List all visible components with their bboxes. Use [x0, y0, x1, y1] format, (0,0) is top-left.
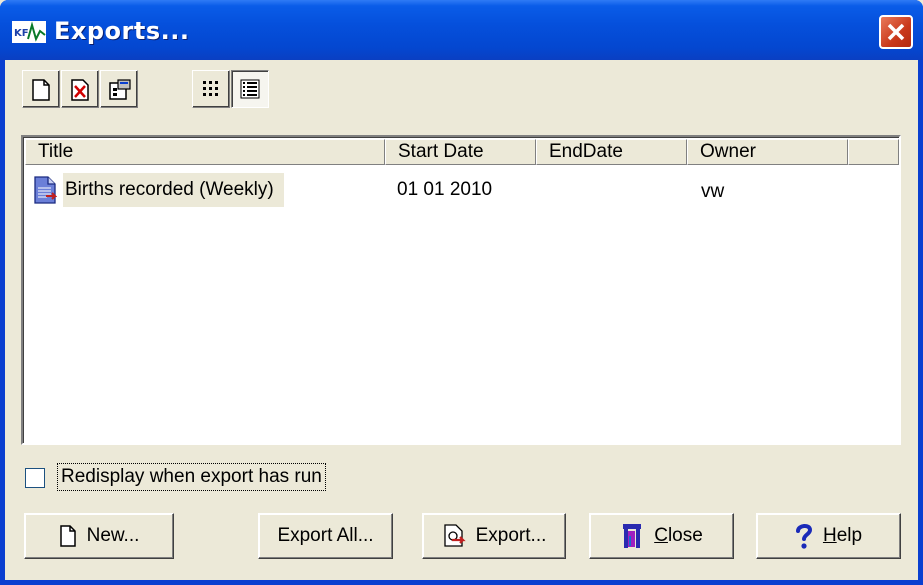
close-button[interactable]: Close — [589, 513, 734, 559]
export-button-label: Export... — [475, 525, 547, 546]
new-toolbar-button[interactable] — [22, 70, 60, 108]
help-mnemonic: H — [822, 525, 837, 546]
help-question-icon — [795, 523, 813, 549]
export-document-icon — [34, 176, 57, 204]
help-button-label: elp — [836, 525, 863, 546]
properties-icon — [109, 79, 131, 100]
exports-list[interactable]: Title Start Date EndDate Owner Births re… — [21, 135, 901, 445]
export-icon — [442, 524, 466, 548]
cell-start-date: 01 01 2010 — [397, 179, 493, 200]
app-icon: KF — [12, 21, 46, 43]
door-exit-icon — [620, 523, 644, 549]
close-button-label: lose — [667, 525, 703, 546]
column-header-owner[interactable]: Owner — [687, 139, 848, 165]
delete-icon — [71, 79, 89, 101]
svg-text:KF: KF — [14, 28, 29, 39]
cell-title: Births recorded (Weekly) — [63, 173, 284, 207]
redisplay-checkbox[interactable] — [25, 468, 45, 488]
new-doc-icon — [59, 525, 77, 547]
window-title: Exports... — [54, 17, 190, 45]
window-frame-bottom — [0, 580, 923, 585]
new-button[interactable]: New... — [24, 513, 174, 559]
close-window-button[interactable] — [879, 15, 913, 49]
new-icon — [32, 79, 50, 101]
delete-toolbar-button[interactable] — [61, 70, 99, 108]
redisplay-checkbox-label[interactable]: Redisplay when export has run — [57, 463, 326, 491]
window-frame-right — [918, 60, 923, 585]
cell-owner: vw — [701, 181, 725, 202]
column-header-title[interactable]: Title — [25, 139, 385, 165]
help-button[interactable]: Help — [756, 513, 901, 559]
export-all-button[interactable]: Export All... — [258, 513, 393, 559]
list-item[interactable]: Births recorded (Weekly) 01 01 2010 vw — [25, 173, 895, 207]
export-button[interactable]: Export... — [422, 513, 566, 559]
close-mnemonic: C — [654, 525, 668, 546]
properties-toolbar-button[interactable] — [100, 70, 138, 108]
column-header-start-date[interactable]: Start Date — [385, 139, 536, 165]
column-header-end-date[interactable]: EndDate — [536, 139, 687, 165]
icon-view-toolbar-button[interactable] — [192, 70, 230, 108]
details-view-icon — [240, 79, 260, 99]
details-view-toolbar-button[interactable] — [231, 70, 269, 108]
close-icon — [887, 23, 905, 41]
export-all-button-label: Export All... — [277, 525, 374, 546]
column-header-filler — [848, 139, 899, 165]
icon-view-icon — [203, 81, 218, 96]
new-button-label: New... — [86, 525, 140, 546]
title-bar[interactable]: KF Exports... — [0, 0, 923, 60]
exports-window: KF Exports... Title Start Date EndDate O… — [0, 0, 923, 585]
dialog-body: Title Start Date EndDate Owner Births re… — [5, 60, 918, 580]
